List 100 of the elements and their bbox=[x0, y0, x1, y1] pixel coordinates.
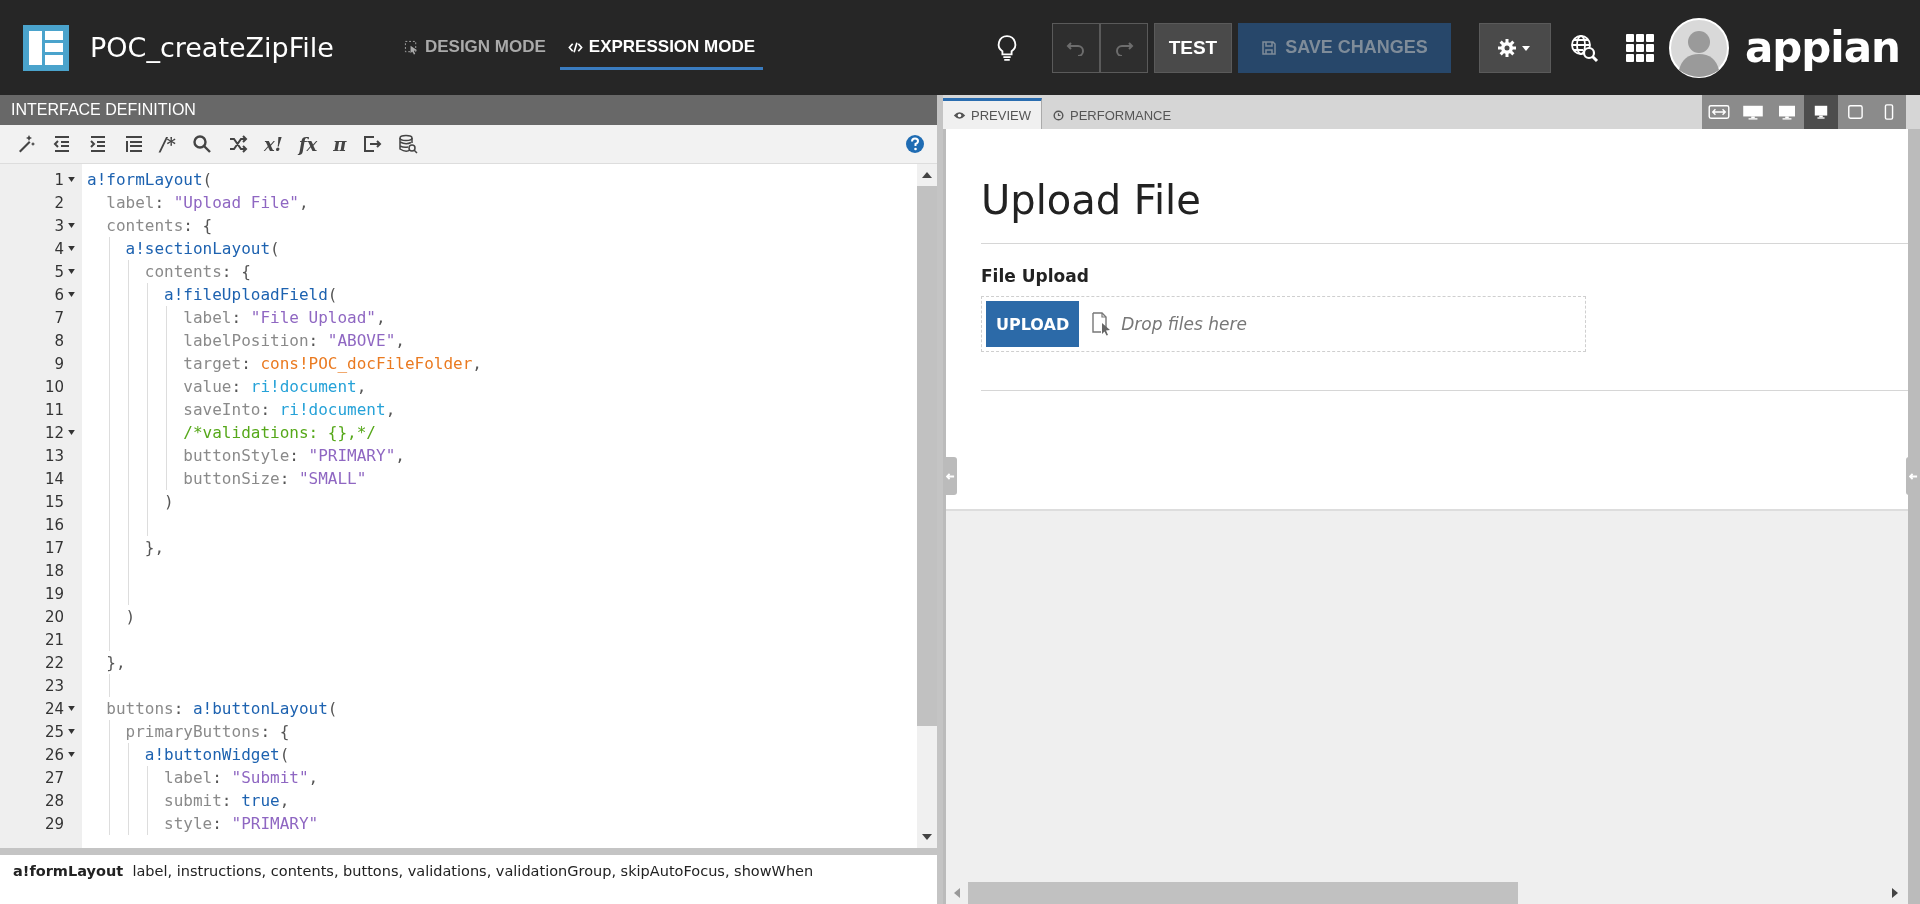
search-icon[interactable] bbox=[192, 134, 212, 154]
line-number: 25 bbox=[44, 722, 64, 741]
preview-tab[interactable]: PREVIEW bbox=[943, 98, 1042, 129]
line-number: 3 bbox=[54, 216, 64, 235]
panel-title: INTERFACE DEFINITION bbox=[11, 101, 196, 119]
toolbar-button[interactable]: fx bbox=[298, 133, 318, 155]
export-icon[interactable] bbox=[362, 134, 383, 154]
code-line: a!fileUploadField( bbox=[163, 285, 338, 304]
help-icon[interactable] bbox=[905, 134, 925, 154]
code-line: target: cons!POC_docFileFolder, bbox=[182, 354, 482, 373]
mode-tab[interactable]: DESIGN MODE bbox=[395, 29, 554, 70]
laptop-view-button[interactable] bbox=[1804, 95, 1838, 129]
line-number: 18 bbox=[44, 561, 64, 580]
user-avatar[interactable] bbox=[1668, 17, 1729, 78]
line-number: 6 bbox=[54, 285, 64, 304]
code-line: a!formLayout( bbox=[87, 170, 213, 189]
code-line: a!buttonWidget( bbox=[143, 745, 290, 764]
line-number: 27 bbox=[44, 768, 64, 787]
fold-icon[interactable] bbox=[67, 430, 75, 435]
scroll-up-icon[interactable] bbox=[922, 172, 932, 178]
form-title: Upload File bbox=[981, 176, 1202, 225]
eye-icon bbox=[953, 109, 966, 121]
scroll-down-icon[interactable] bbox=[922, 834, 932, 840]
code-line: label: "Submit", bbox=[163, 768, 319, 787]
mode-tab[interactable]: EXPRESSION MODE bbox=[559, 29, 764, 70]
vertical-scrollbar[interactable] bbox=[917, 164, 937, 848]
field-label: File Upload bbox=[981, 266, 1090, 286]
line-number: 20 bbox=[44, 607, 64, 626]
settings-icon bbox=[1496, 37, 1533, 58]
line-number: 29 bbox=[44, 814, 64, 833]
code-line: }, bbox=[143, 538, 165, 557]
shuffle-icon[interactable] bbox=[228, 134, 248, 154]
line-number: 19 bbox=[44, 584, 64, 603]
cursor-selection-icon bbox=[403, 39, 419, 55]
code-line: style: "PRIMARY" bbox=[163, 814, 319, 833]
line-number: 28 bbox=[44, 791, 64, 810]
code-line: primaryButtons: { bbox=[124, 722, 290, 741]
file-drop-icon bbox=[1091, 312, 1112, 336]
list-icon[interactable] bbox=[124, 134, 144, 154]
fold-icon[interactable] bbox=[67, 729, 75, 734]
file-drop-zone[interactable]: UPLOAD Drop files here bbox=[981, 296, 1586, 352]
database-icon[interactable] bbox=[398, 134, 419, 154]
line-number: 9 bbox=[54, 354, 64, 373]
redo-icon bbox=[1113, 39, 1134, 56]
line-number: 14 bbox=[44, 469, 64, 488]
apps-grid-icon[interactable] bbox=[1624, 32, 1655, 63]
line-number: 12 bbox=[44, 423, 64, 442]
code-line: a!sectionLayout( bbox=[124, 239, 280, 258]
scroll-right-icon[interactable] bbox=[1892, 888, 1898, 898]
line-number: 22 bbox=[44, 653, 64, 672]
fold-icon[interactable] bbox=[67, 706, 75, 711]
toolbar-button[interactable]: π bbox=[333, 133, 347, 155]
drop-placeholder: Drop files here bbox=[1121, 314, 1247, 334]
code-line: ) bbox=[124, 607, 136, 626]
fold-icon[interactable] bbox=[67, 246, 75, 251]
line-number: 24 bbox=[44, 699, 64, 718]
interface-logo-icon bbox=[22, 23, 70, 72]
test-button[interactable]: TEST bbox=[1153, 22, 1233, 73]
code-line: value: ri!document, bbox=[182, 377, 367, 396]
indent-icon[interactable] bbox=[88, 134, 108, 154]
line-number: 5 bbox=[54, 262, 64, 281]
fold-icon[interactable] bbox=[67, 752, 75, 757]
code-line: labelPosition: "ABOVE", bbox=[182, 331, 405, 350]
undo-icon bbox=[1065, 39, 1086, 56]
outdent-icon[interactable] bbox=[52, 134, 72, 154]
clock-icon bbox=[1051, 109, 1065, 121]
code-line: label: "Upload File", bbox=[105, 193, 309, 212]
line-number: 2 bbox=[54, 193, 64, 212]
toolbar-button[interactable]: /* bbox=[160, 133, 176, 155]
fold-icon[interactable] bbox=[67, 292, 75, 297]
line-number: 1 bbox=[54, 170, 64, 189]
code-line: saveInto: ri!document, bbox=[182, 400, 396, 419]
line-number: 21 bbox=[44, 630, 64, 649]
code-line: }, bbox=[105, 653, 126, 672]
line-number: 8 bbox=[54, 331, 64, 350]
function-signature: a!formLayout label, instructions, contents, buttons, validations, validationGroup, skipAutoFocus, showWhen bbox=[13, 862, 815, 881]
code-line: buttons: a!buttonLayout( bbox=[105, 699, 338, 718]
lightbulb-icon[interactable] bbox=[995, 32, 1018, 63]
code-line: label: "File Upload", bbox=[182, 308, 386, 327]
line-number: 16 bbox=[44, 515, 64, 534]
upload-button[interactable]: UPLOAD bbox=[986, 301, 1080, 347]
arrow-left-icon bbox=[1908, 471, 1918, 481]
code-line: ) bbox=[163, 492, 174, 511]
interface-title: POC_createZipFile bbox=[90, 32, 334, 63]
globe-search-icon[interactable] bbox=[1568, 32, 1599, 63]
monitor-icon bbox=[1742, 104, 1764, 120]
code-line: contents: { bbox=[143, 262, 251, 281]
toolbar-button[interactable]: x! bbox=[264, 133, 283, 155]
settings-menu-button[interactable] bbox=[1478, 22, 1551, 73]
fit-width-icon bbox=[1708, 104, 1730, 120]
collapse-left-handle[interactable] bbox=[943, 457, 957, 495]
line-number: 17 bbox=[44, 538, 64, 557]
code-line: submit: true, bbox=[163, 791, 290, 810]
preview-tab[interactable]: PERFORMANCE bbox=[1041, 98, 1182, 129]
line-number: 11 bbox=[44, 400, 64, 419]
fold-icon[interactable] bbox=[67, 269, 75, 274]
fold-icon[interactable] bbox=[67, 223, 75, 228]
fold-icon[interactable] bbox=[67, 177, 75, 182]
code-line: buttonStyle: "PRIMARY", bbox=[182, 446, 405, 465]
code-line: buttonSize: "SMALL" bbox=[182, 469, 367, 488]
